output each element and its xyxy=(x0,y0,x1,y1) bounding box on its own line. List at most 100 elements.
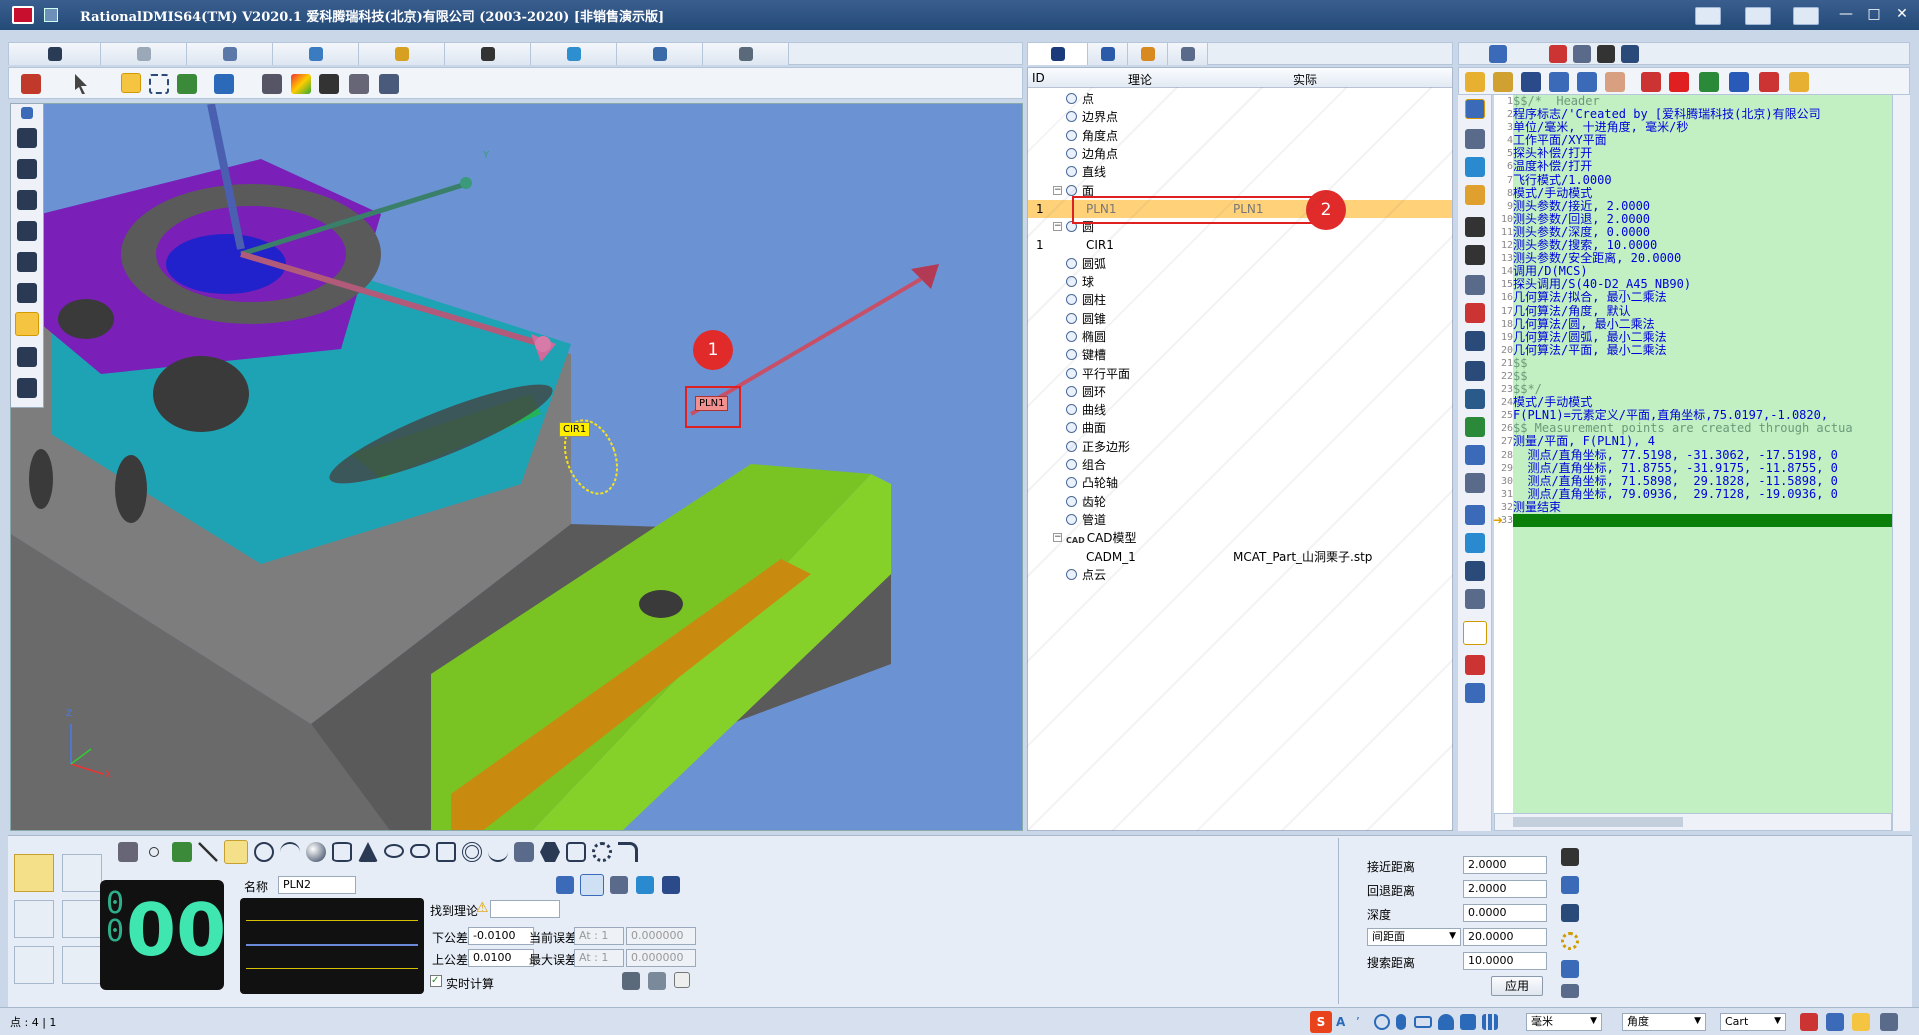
menu-icon[interactable] xyxy=(44,8,58,22)
probe-tool-8-icon[interactable] xyxy=(17,378,37,398)
tab-cad[interactable] xyxy=(273,43,359,65)
tree-item[interactable]: 椭圆 xyxy=(1028,328,1452,346)
tab-settings[interactable] xyxy=(703,43,789,65)
feature-gear-icon[interactable] xyxy=(592,842,612,862)
expand-toggle-icon[interactable]: − xyxy=(1053,222,1062,232)
side-tool-12-icon[interactable] xyxy=(1465,417,1485,437)
code-line[interactable]: 工作平面/XY平面 xyxy=(1513,134,1892,147)
code-line[interactable]: 测头参数/回退, 2.0000 xyxy=(1513,213,1892,226)
tab-feature-blue[interactable] xyxy=(1088,43,1128,65)
param-tool-1-icon[interactable] xyxy=(1561,848,1579,866)
tree-item[interactable]: 曲面 xyxy=(1028,419,1452,437)
machine-view-icon[interactable] xyxy=(379,74,399,94)
side-tool-19-icon[interactable] xyxy=(1463,621,1487,645)
maximize-button[interactable]: □ xyxy=(1861,4,1887,24)
side-tool-9-icon[interactable] xyxy=(1465,331,1485,351)
eye-icon[interactable] xyxy=(262,74,282,94)
param-gear-icon[interactable] xyxy=(1561,932,1579,950)
tree-item[interactable]: CADM_1 MCAT_Part_山洞栗子.stp xyxy=(1028,548,1452,566)
list-2-icon[interactable] xyxy=(1577,72,1597,92)
tab-machine[interactable] xyxy=(445,43,531,65)
approach-input[interactable]: 2.0000 xyxy=(1463,856,1547,874)
close-button[interactable]: ✕ xyxy=(1889,4,1915,24)
minimize-button[interactable]: — xyxy=(1833,4,1859,24)
coord-select[interactable]: Cart ▼ xyxy=(1720,1013,1786,1031)
tab-feature-orange[interactable] xyxy=(1128,43,1168,65)
side-tool-18-icon[interactable] xyxy=(1465,589,1485,609)
code-line[interactable]: $$/* Header xyxy=(1513,95,1892,108)
view-mode-5-icon[interactable] xyxy=(662,876,680,894)
ime-mic-icon[interactable] xyxy=(1396,1014,1406,1030)
camera-icon[interactable] xyxy=(1695,7,1721,25)
insert-icon[interactable] xyxy=(1699,72,1719,92)
tree-item[interactable]: − CAD CAD模型 xyxy=(1028,529,1452,547)
tree-item[interactable]: 圆弧 xyxy=(1028,255,1452,273)
calc-icon[interactable] xyxy=(1573,45,1591,63)
code-line[interactable]: 测头参数/接近, 2.0000 xyxy=(1513,200,1892,213)
status-tool-4-icon[interactable] xyxy=(1880,1013,1898,1031)
edit-icon[interactable] xyxy=(1759,72,1779,92)
tree-item[interactable]: 管道 xyxy=(1028,511,1452,529)
code-line[interactable]: $$*/ xyxy=(1513,383,1892,396)
param-tool-2-icon[interactable] xyxy=(1561,876,1579,894)
param-tool-5-icon[interactable] xyxy=(1561,984,1579,998)
ime-emoji-icon[interactable] xyxy=(1374,1014,1390,1030)
clearance-input[interactable]: 20.0000 xyxy=(1463,928,1547,946)
side-tool-13-icon[interactable] xyxy=(1465,445,1485,465)
probe-tool-3-icon[interactable] xyxy=(17,190,37,210)
feature-cylinder-icon[interactable] xyxy=(332,842,352,862)
code-line[interactable]: 测点/直角坐标, 79.0936, 29.7128, -19.0936, 0 xyxy=(1513,488,1892,501)
feature-surface-icon[interactable] xyxy=(514,842,534,862)
indent-icon[interactable] xyxy=(1641,72,1661,92)
expand-toggle-icon[interactable]: − xyxy=(1053,533,1062,543)
probe-tool-5-icon[interactable] xyxy=(17,252,37,272)
network-icon[interactable] xyxy=(1793,7,1819,25)
measure-action-2-icon[interactable] xyxy=(648,972,666,990)
side-tool-16-icon[interactable] xyxy=(1465,533,1485,553)
clearance-select[interactable]: 间距面 ▼ xyxy=(1367,928,1461,946)
code-line[interactable]: 测点/直角坐标, 77.5198, -31.3062, -17.5198, 0 xyxy=(1513,449,1892,462)
feature-sphere-icon[interactable] xyxy=(306,842,326,862)
feature-tree[interactable]: ID 理论 实际 点边界点 角度点 边角点 直线 − 面 1 PLN1 PLN1− 圆 1 CIR1 圆… xyxy=(1027,67,1453,831)
side-tool-17-icon[interactable] xyxy=(1465,561,1485,581)
tab-features[interactable] xyxy=(1028,43,1088,65)
code-line[interactable]: 几何算法/拟合, 最小二乘法 xyxy=(1513,291,1892,304)
feature-plane-icon[interactable] xyxy=(224,840,248,864)
ime-a-icon[interactable]: A xyxy=(1336,1013,1352,1031)
measure-confirm-icon[interactable] xyxy=(674,972,690,988)
code-line[interactable]: 测量结束 xyxy=(1513,501,1892,514)
tree-item[interactable]: 圆环 xyxy=(1028,383,1452,401)
program-editor[interactable]: $$/* Header 程序标志/'Created by [爱科腾瑞科技(北京)有… xyxy=(1513,95,1892,813)
search-input[interactable]: 10.0000 xyxy=(1463,952,1547,970)
side-tool-6-icon[interactable] xyxy=(1465,245,1485,265)
code-line[interactable]: 探头补偿/打开 xyxy=(1513,147,1892,160)
ime-shirt-icon[interactable] xyxy=(1460,1014,1476,1030)
param-tool-3-icon[interactable] xyxy=(1561,904,1579,922)
code-line[interactable]: 探头调用/S(40-D2_A45_NB90) xyxy=(1513,278,1892,291)
side-tool-3-icon[interactable] xyxy=(1465,157,1485,177)
tree-item[interactable]: 边界点 xyxy=(1028,108,1452,126)
feature-slot-icon[interactable] xyxy=(410,844,430,858)
cad-viewport[interactable]: Y Z X CIR1 PLN1 1 xyxy=(10,103,1023,831)
code-line[interactable]: $$ xyxy=(1513,357,1892,370)
mode-button-probe[interactable] xyxy=(14,854,54,892)
code-line[interactable]: 测点/直角坐标, 71.5898, 29.1828, -11.5898, 0 xyxy=(1513,475,1892,488)
code-line[interactable]: 几何算法/圆弧, 最小二乘法 xyxy=(1513,331,1892,344)
mode-button-box[interactable] xyxy=(62,900,102,938)
ime-user-icon[interactable] xyxy=(1438,1014,1454,1030)
ime-logo-icon[interactable]: S xyxy=(1310,1011,1332,1033)
side-tool-14-icon[interactable] xyxy=(1465,473,1485,493)
open-folder-icon[interactable] xyxy=(1465,72,1485,92)
tree-item[interactable]: 曲线 xyxy=(1028,401,1452,419)
mode-button-joystick[interactable] xyxy=(14,900,54,938)
open-icon[interactable] xyxy=(1493,72,1513,92)
side-tool-15-icon[interactable] xyxy=(1465,505,1485,525)
feature-circle-icon[interactable] xyxy=(254,842,274,862)
tab-probe[interactable] xyxy=(9,43,101,65)
rotate-icon[interactable] xyxy=(121,73,141,93)
delete-icon[interactable] xyxy=(1669,72,1689,92)
mode-button-machine[interactable] xyxy=(62,946,102,984)
tab-report[interactable] xyxy=(531,43,617,65)
feature-line-icon[interactable] xyxy=(198,842,218,862)
feature-parallel-planes-icon[interactable] xyxy=(436,842,456,862)
